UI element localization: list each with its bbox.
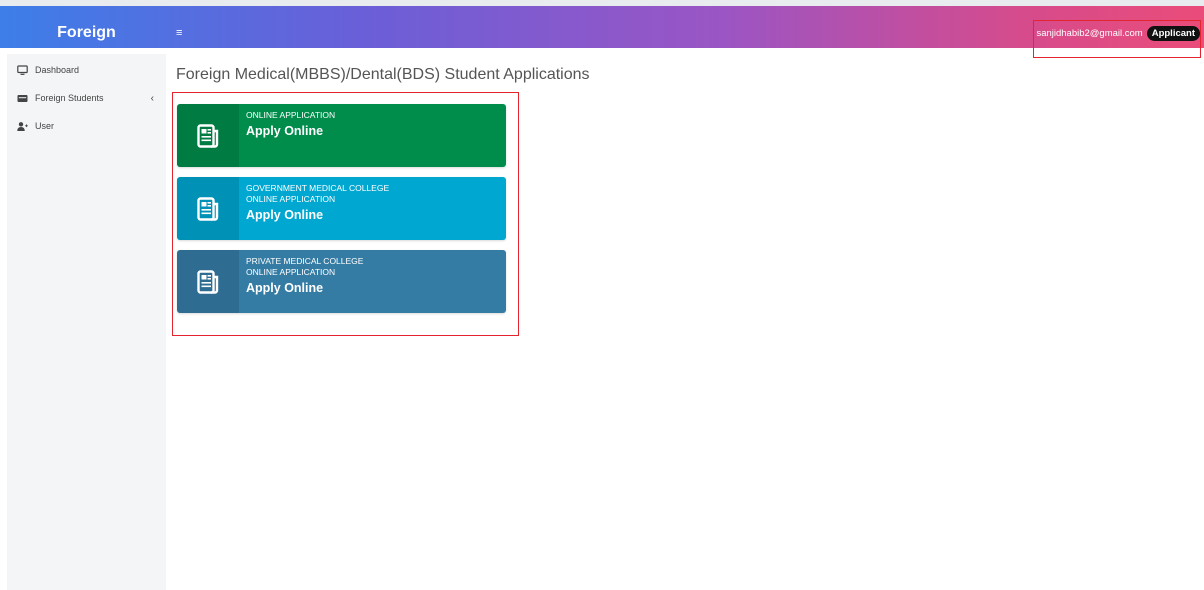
newspaper-icon xyxy=(177,177,239,240)
top-navbar: Foreign ≡ sanjidhabib2@gmail.com Applica… xyxy=(0,0,1204,48)
role-badge: Applicant xyxy=(1146,25,1200,41)
sidebar-item-foreign-students[interactable]: Foreign Students ‹ xyxy=(7,84,166,112)
user-email: sanjidhabib2@gmail.com xyxy=(1036,27,1143,39)
newspaper-icon xyxy=(177,250,239,313)
apply-online-link[interactable]: Apply Online xyxy=(246,281,363,295)
sidebar-item-dashboard[interactable]: Dashboard xyxy=(7,56,166,84)
sidebar-item-label: Foreign Students xyxy=(35,93,104,103)
sidebar-item-user[interactable]: User xyxy=(7,112,166,140)
menu-toggle-button[interactable]: ≡ xyxy=(176,12,192,54)
sidebar: Dashboard Foreign Students ‹ User xyxy=(7,54,166,590)
user-plus-icon xyxy=(17,121,28,132)
card-subtitle: ONLINE APPLICATION xyxy=(246,267,336,277)
monitor-icon xyxy=(17,64,28,76)
page-title: Foreign Medical(MBBS)/Dental(BDS) Studen… xyxy=(176,66,590,83)
sidebar-item-label: Dashboard xyxy=(35,65,80,75)
government-college-card[interactable]: GOVERNMENT MEDICAL COLLEGE ONLINE APPLIC… xyxy=(177,177,506,240)
card-subtitle: ONLINE APPLICATION xyxy=(246,194,336,204)
chevron-left-icon: ‹ xyxy=(150,92,154,104)
newspaper-icon xyxy=(177,104,239,167)
brand-logo[interactable]: Foreign xyxy=(7,12,166,54)
private-college-card[interactable]: PRIVATE MEDICAL COLLEGE ONLINE APPLICATI… xyxy=(177,250,506,313)
card-subtitle: PRIVATE MEDICAL COLLEGE xyxy=(246,256,364,266)
card-subtitle: ONLINE APPLICATION xyxy=(246,110,336,120)
id-card-icon xyxy=(17,93,28,104)
apply-online-link[interactable]: Apply Online xyxy=(246,208,389,222)
user-menu[interactable]: sanjidhabib2@gmail.com Applicant xyxy=(1036,12,1200,54)
sidebar-item-label: User xyxy=(35,121,55,131)
card-subtitle: GOVERNMENT MEDICAL COLLEGE xyxy=(246,183,390,193)
apply-online-link[interactable]: Apply Online xyxy=(246,124,335,138)
online-application-card[interactable]: ONLINE APPLICATION Apply Online xyxy=(177,104,506,167)
